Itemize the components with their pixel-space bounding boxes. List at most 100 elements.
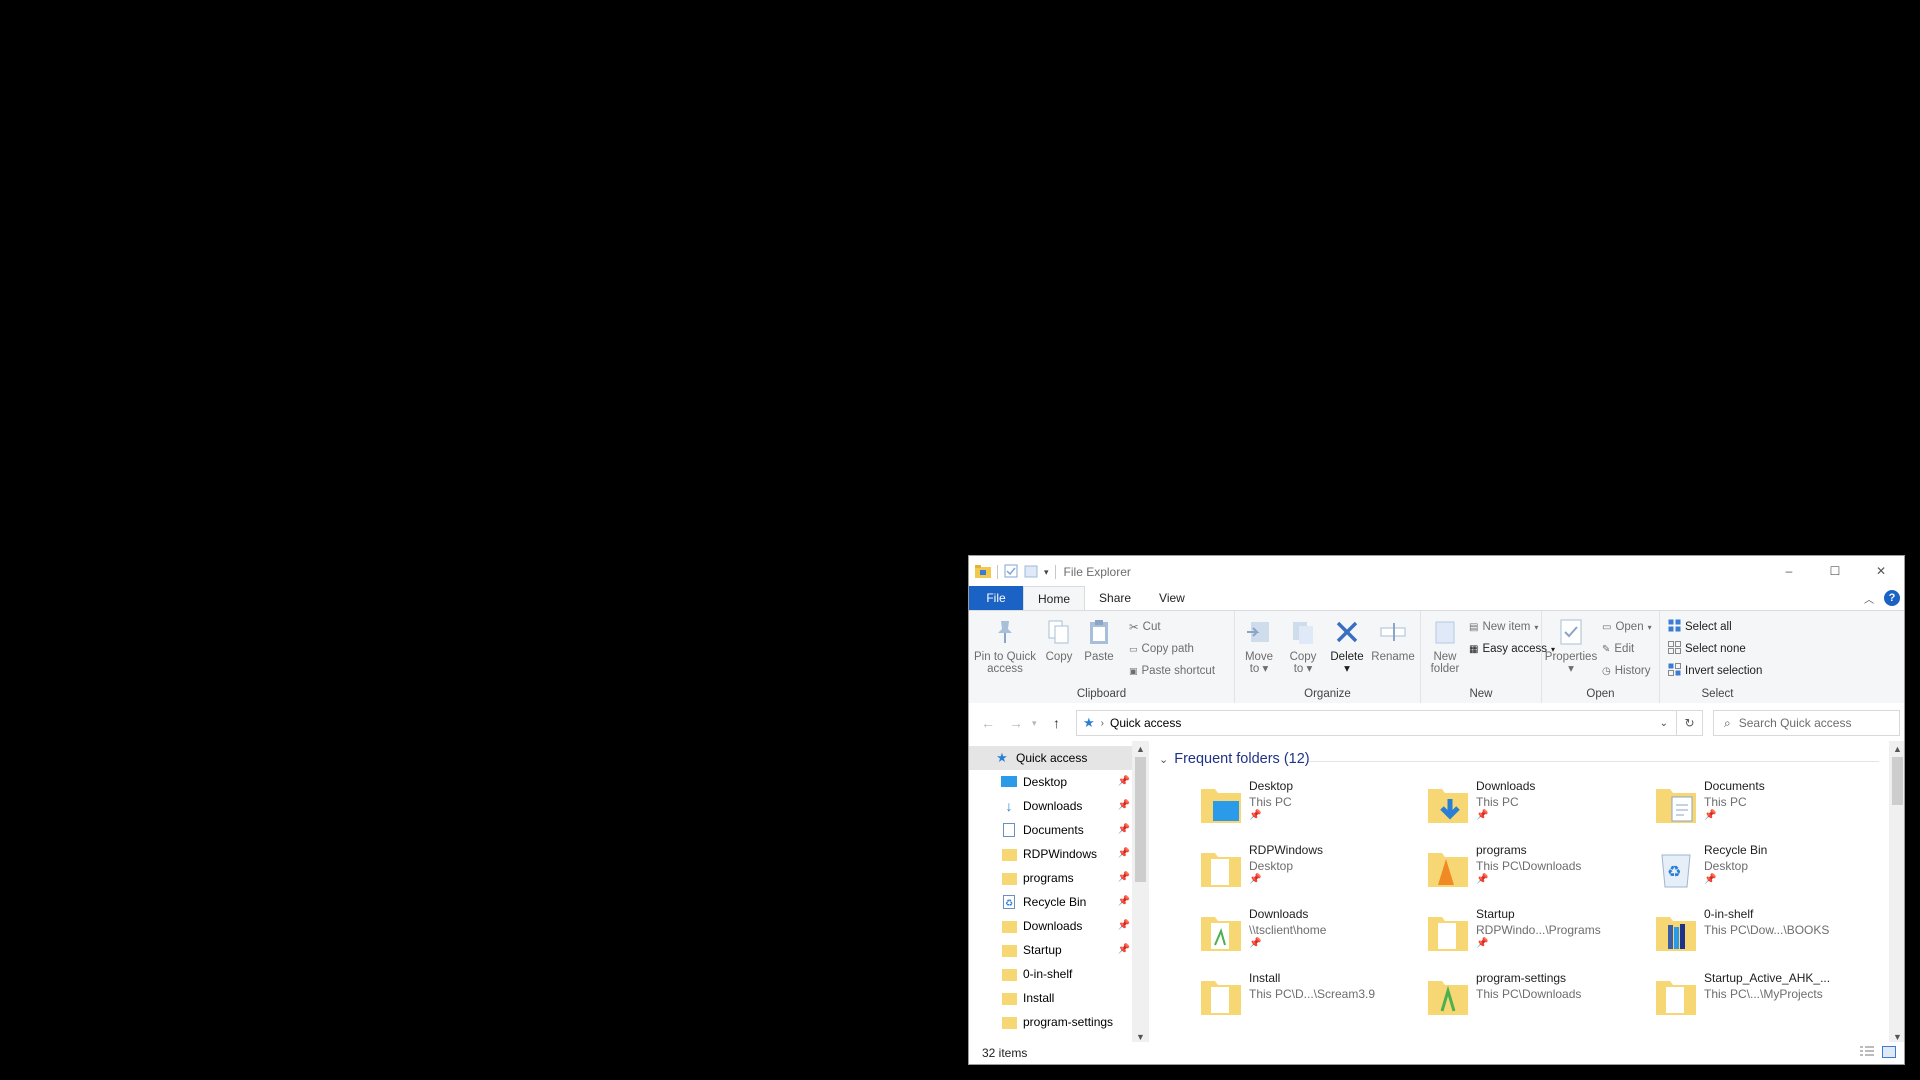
pin-icon[interactable]: 📌 <box>1118 872 1130 883</box>
move-to-button[interactable]: Move to ▾ <box>1239 615 1279 675</box>
properties-label: Properties <box>1544 651 1598 663</box>
new-folder-button[interactable]: New folder <box>1425 615 1465 675</box>
tab-view[interactable]: View <box>1145 586 1199 610</box>
minimize-button[interactable]: – <box>1766 556 1812 586</box>
new-group: New folder ▤ New item ▾ ▦ Easy access ▾ New <box>1421 611 1555 704</box>
address-bar[interactable]: ★ › Quick access ⌄ <box>1076 710 1677 736</box>
edit-button[interactable]: ✎ Edit <box>1602 639 1634 659</box>
pin-icon[interactable]: 📌 <box>1118 800 1130 811</box>
sidebar-item-downloads-2[interactable]: Downloads 📌 <box>969 914 1132 938</box>
nav-scrollbar[interactable]: ▲ ▼ <box>1132 741 1149 1044</box>
address-path[interactable]: Quick access <box>1110 716 1181 730</box>
folder-icon <box>1001 919 1017 933</box>
address-dropdown-icon[interactable]: ⌄ <box>1660 718 1668 729</box>
content-scrollbar-thumb[interactable] <box>1892 757 1903 805</box>
content-scrollbar[interactable]: ▲ ▼ <box>1889 741 1904 1044</box>
pin-icon[interactable]: 📌 <box>1118 896 1130 907</box>
tile-path: This PC\Downloads <box>1476 859 1582 873</box>
folder-tile-desktop[interactable]: Desktop This PC 📌 <box>1199 779 1419 837</box>
folder-tile-documents[interactable]: Documents This PC 📌 <box>1654 779 1874 837</box>
tile-name: program-settings <box>1476 971 1567 985</box>
search-input[interactable]: ⌕ Search Quick access <box>1713 710 1900 736</box>
paste-shortcut-button[interactable]: ▣ Paste shortcut <box>1129 661 1215 681</box>
pin-icon[interactable]: 📌 <box>1118 920 1130 931</box>
nav-scrollbar-thumb[interactable] <box>1135 757 1146 882</box>
folder-icon <box>1001 967 1017 981</box>
folder-tile-recycle-bin[interactable]: ♻ Recycle Bin Desktop 📌 <box>1654 843 1874 901</box>
close-button[interactable]: ✕ <box>1858 556 1904 586</box>
delete-button[interactable]: Delete ▾ <box>1327 615 1367 675</box>
documents-icon <box>1001 823 1017 837</box>
sidebar-item-0-in-shelf[interactable]: 0-in-shelf <box>969 962 1132 986</box>
select-all-button[interactable]: Select all <box>1668 617 1732 637</box>
properties-button[interactable]: Properties ▾ <box>1544 615 1598 675</box>
scroll-up-icon[interactable]: ▲ <box>1889 741 1904 756</box>
up-arrow-icon[interactable]: ↑ <box>1053 715 1060 731</box>
folder-tile-startup[interactable]: Startup RDPWindo...\Programs 📌 <box>1426 907 1646 965</box>
tile-path: This PC\Downloads <box>1476 987 1582 1001</box>
help-icon[interactable]: ? <box>1884 590 1900 606</box>
properties-qat-icon[interactable] <box>1004 564 1018 581</box>
folder-icon <box>1426 973 1470 1019</box>
folder-tile-rdpwindows[interactable]: RDPWindows Desktop 📌 <box>1199 843 1419 901</box>
scroll-up-icon[interactable]: ▲ <box>1132 741 1149 756</box>
section-divider <box>1309 761 1879 762</box>
sidebar-item-desktop[interactable]: Desktop 📌 <box>969 770 1132 794</box>
maximize-button[interactable]: ☐ <box>1812 556 1858 586</box>
refresh-icon: ↻ <box>1684 716 1695 730</box>
sidebar-item-quick-access[interactable]: ★ Quick access <box>969 746 1132 770</box>
open-button[interactable]: ▭ Open ▾ <box>1602 617 1652 637</box>
sidebar-item-documents[interactable]: Documents 📌 <box>969 818 1132 842</box>
pin-icon[interactable]: 📌 <box>1118 944 1130 955</box>
select-none-button[interactable]: Select none <box>1668 639 1746 659</box>
folder-tile-startup-active-ahk[interactable]: Startup_Active_AHK_... This PC\...\MyPro… <box>1654 971 1874 1029</box>
large-icons-view-icon[interactable] <box>1882 1046 1896 1061</box>
refresh-button[interactable]: ↻ <box>1677 710 1703 736</box>
collapse-ribbon-icon[interactable]: ︿ <box>1864 591 1874 606</box>
details-view-icon[interactable] <box>1860 1046 1874 1061</box>
copy-button[interactable]: Copy <box>1041 615 1077 663</box>
folder-tile-install[interactable]: Install This PC\D...\Scream3.9 <box>1199 971 1419 1029</box>
tile-path: This PC\Dow...\BOOKS <box>1704 923 1830 937</box>
customize-qat-icon[interactable]: ▾ <box>1044 567 1049 578</box>
tab-file[interactable]: File <box>969 586 1023 610</box>
new-group-label: New <box>1469 688 1493 700</box>
copy-path-button[interactable]: ▭ Copy path <box>1129 639 1194 659</box>
invert-selection-icon <box>1668 663 1681 679</box>
folder-tile-programs[interactable]: programs This PC\Downloads 📌 <box>1426 843 1646 901</box>
invert-selection-button[interactable]: Invert selection <box>1668 661 1762 681</box>
forward-arrow-icon[interactable]: → <box>1009 715 1023 731</box>
sidebar-item-startup[interactable]: Startup 📌 <box>969 938 1132 962</box>
tile-path: This PC\D...\Scream3.9 <box>1249 987 1376 1001</box>
folder-tile-0-in-shelf[interactable]: 0-in-shelf This PC\Dow...\BOOKS <box>1654 907 1874 965</box>
new-folder-qat-icon[interactable] <box>1024 564 1038 581</box>
frequent-folders-header[interactable]: ⌄ Frequent folders (12) <box>1159 751 1310 767</box>
back-arrow-icon[interactable]: ← <box>981 715 995 731</box>
copy-to-button[interactable]: Copy to ▾ <box>1283 615 1323 675</box>
recent-locations-icon[interactable]: ▾ <box>1032 718 1037 729</box>
pin-icon[interactable]: 📌 <box>1118 776 1130 787</box>
pin-icon[interactable]: 📌 <box>1118 824 1130 835</box>
sidebar-item-downloads[interactable]: ↓ Downloads 📌 <box>969 794 1132 818</box>
folder-tile-program-settings[interactable]: program-settings This PC\Downloads <box>1426 971 1646 1029</box>
window-title: File Explorer <box>1063 565 1131 579</box>
history-button[interactable]: ◷ History <box>1602 661 1651 681</box>
paste-button[interactable]: Paste <box>1081 615 1117 663</box>
sidebar-item-rdpwindows[interactable]: RDPWindows 📌 <box>969 842 1132 866</box>
new-item-button[interactable]: ▤ New item ▾ <box>1469 617 1538 637</box>
tab-share[interactable]: Share <box>1085 586 1145 610</box>
folder-tile-downloads-tsclient[interactable]: Downloads \\tsclient\home 📌 <box>1199 907 1419 965</box>
navigation-list: ★ Quick access Desktop 📌 ↓ Downloads 📌 Docu… <box>969 746 1132 1034</box>
rename-button[interactable]: Rename <box>1371 615 1415 663</box>
tab-home[interactable]: Home <box>1023 586 1086 610</box>
folder-tile-downloads[interactable]: Downloads This PC 📌 <box>1426 779 1646 837</box>
sidebar-item-recycle-bin[interactable]: ♻ Recycle Bin 📌 <box>969 890 1132 914</box>
pin-to-quick-access-button[interactable]: Pin to Quick access <box>973 615 1037 675</box>
open-icon: ▭ <box>1602 621 1612 633</box>
pin-icon[interactable]: 📌 <box>1118 848 1130 859</box>
cut-button[interactable]: ✂ Cut <box>1129 617 1161 637</box>
sidebar-item-programs[interactable]: programs 📌 <box>969 866 1132 890</box>
scissors-icon: ✂ <box>1129 622 1139 634</box>
sidebar-item-program-settings[interactable]: program-settings <box>969 1010 1132 1034</box>
sidebar-item-install[interactable]: Install <box>969 986 1132 1010</box>
